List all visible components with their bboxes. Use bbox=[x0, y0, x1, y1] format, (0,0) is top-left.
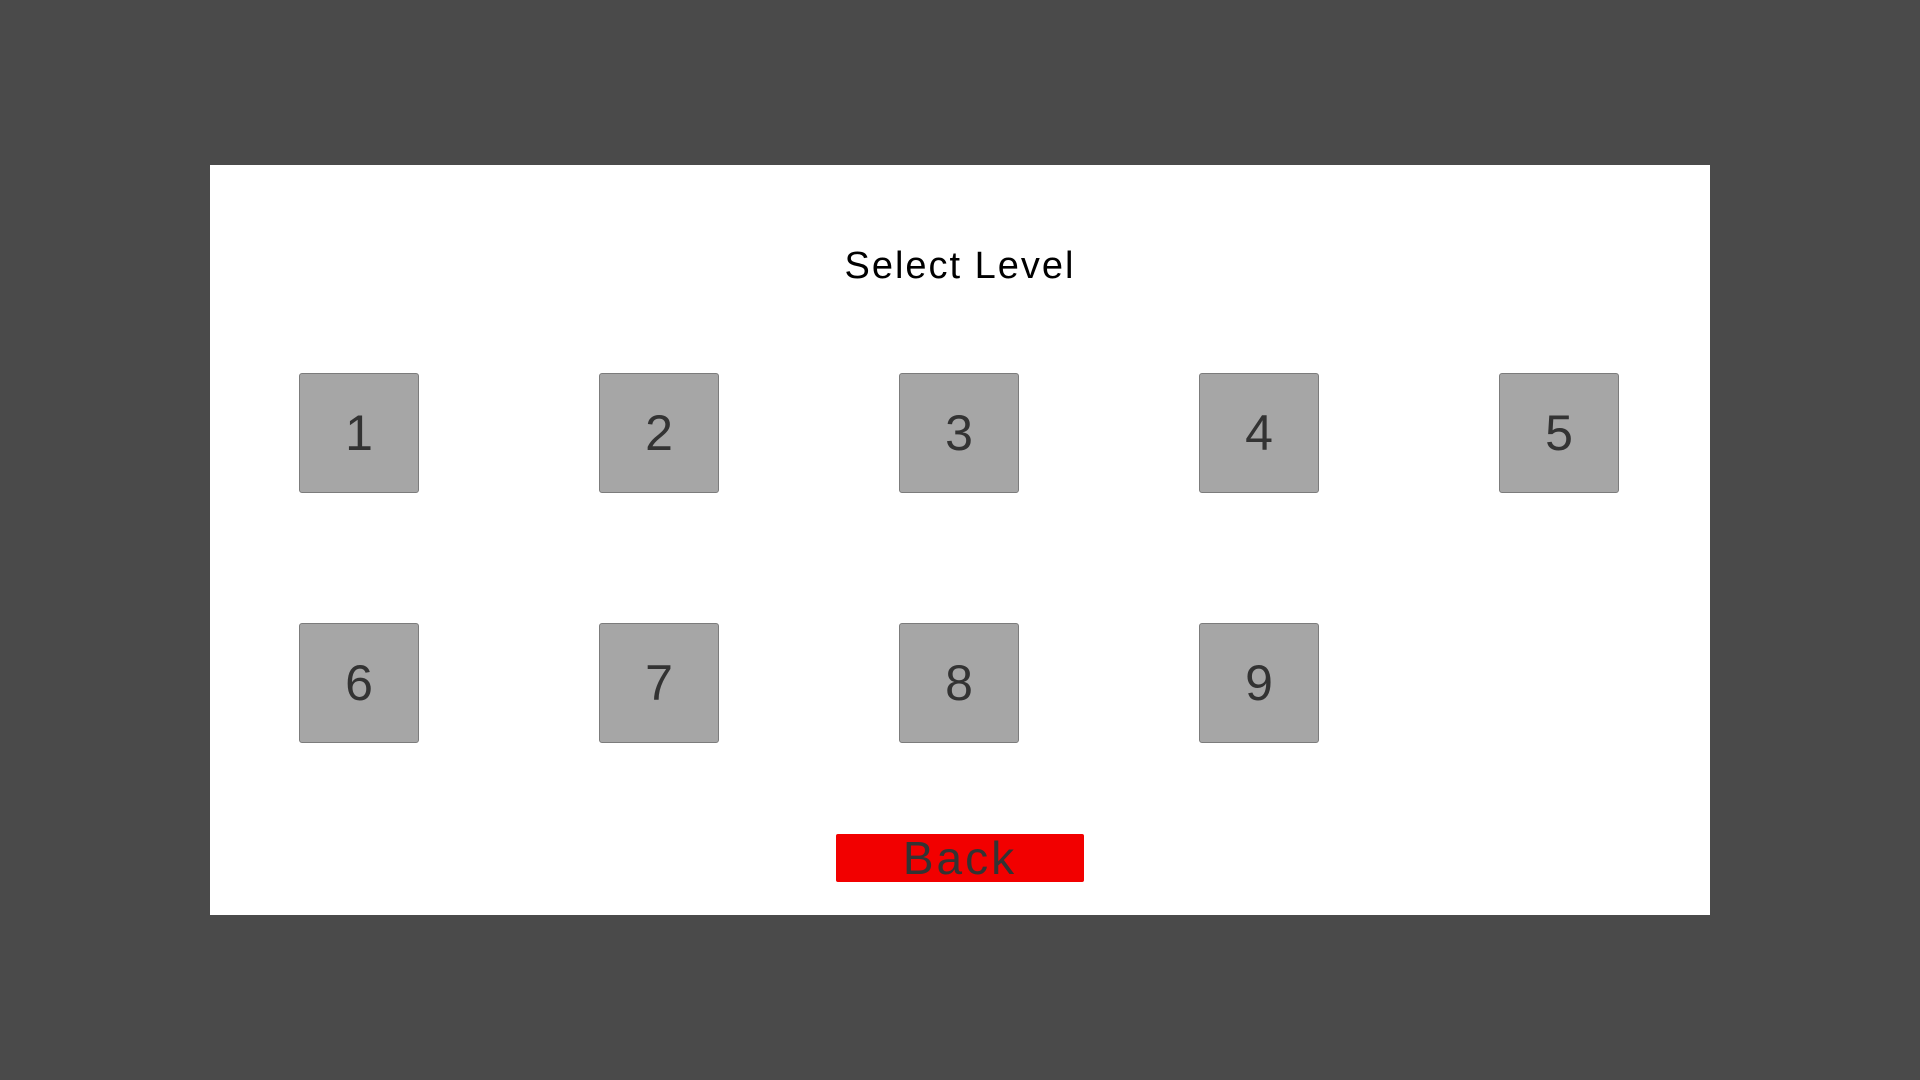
level-button-6[interactable]: 6 bbox=[299, 623, 419, 743]
level-button-1[interactable]: 1 bbox=[299, 373, 419, 493]
level-button-7[interactable]: 7 bbox=[599, 623, 719, 743]
level-button-8[interactable]: 8 bbox=[899, 623, 1019, 743]
back-button[interactable]: Back bbox=[836, 832, 1084, 884]
level-button-5[interactable]: 5 bbox=[1499, 373, 1619, 493]
level-button-3[interactable]: 3 bbox=[899, 373, 1019, 493]
level-button-2[interactable]: 2 bbox=[599, 373, 719, 493]
level-button-4[interactable]: 4 bbox=[1199, 373, 1319, 493]
level-button-9[interactable]: 9 bbox=[1199, 623, 1319, 743]
page-title: Select Level bbox=[844, 245, 1076, 287]
